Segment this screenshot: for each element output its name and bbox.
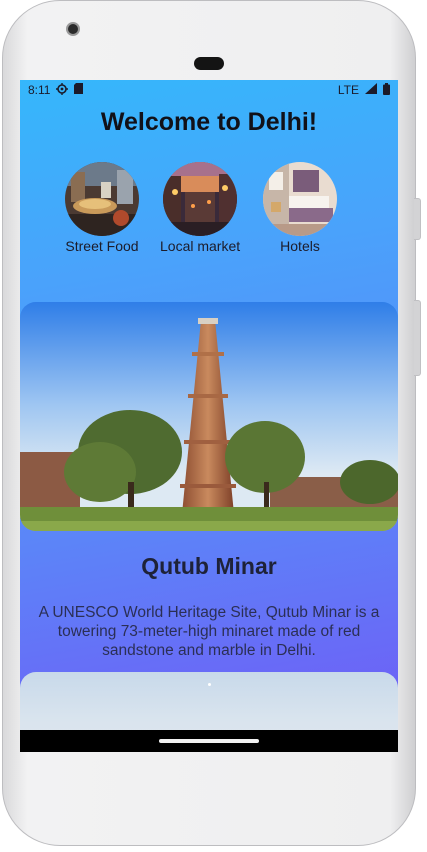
app-screen: 8:11 LTE Welcome to Delhi! Street Food L…: [20, 80, 398, 752]
category-row: Street Food Local market Hotels: [20, 162, 398, 262]
status-bar: 8:11 LTE: [20, 80, 398, 100]
navigation-bar: [20, 730, 398, 752]
volume-button: [414, 300, 421, 376]
qutub-minar-photo: [20, 302, 398, 531]
place-description: A UNESCO World Heritage Site, Qutub Mina…: [38, 604, 380, 659]
home-gesture-handle[interactable]: [159, 739, 259, 743]
settings-icon: [56, 82, 69, 98]
street-food-photo: [65, 162, 139, 236]
category-label: Local market: [160, 238, 241, 254]
network-type: LTE: [337, 83, 359, 97]
status-time: 8:11: [28, 83, 51, 97]
front-camera: [66, 22, 80, 36]
category-label: Hotels: [280, 238, 320, 254]
power-button: [414, 198, 421, 240]
place-title: Qutub Minar: [141, 553, 277, 579]
category-local-market[interactable]: Local market: [160, 162, 240, 254]
featured-place-card[interactable]: [20, 302, 398, 531]
category-hotels[interactable]: Hotels: [263, 162, 337, 254]
category-street-food[interactable]: Street Food: [65, 162, 139, 254]
earpiece-speaker: [194, 57, 224, 70]
page-title: Welcome to Delhi!: [100, 108, 318, 136]
battery-icon: [383, 82, 390, 98]
image-speck: [208, 683, 211, 686]
sim-card-icon: [74, 83, 84, 97]
local-market-photo: [163, 162, 238, 236]
signal-icon: [365, 83, 377, 97]
hotels-photo: [263, 162, 337, 236]
category-label: Street Food: [65, 238, 139, 254]
